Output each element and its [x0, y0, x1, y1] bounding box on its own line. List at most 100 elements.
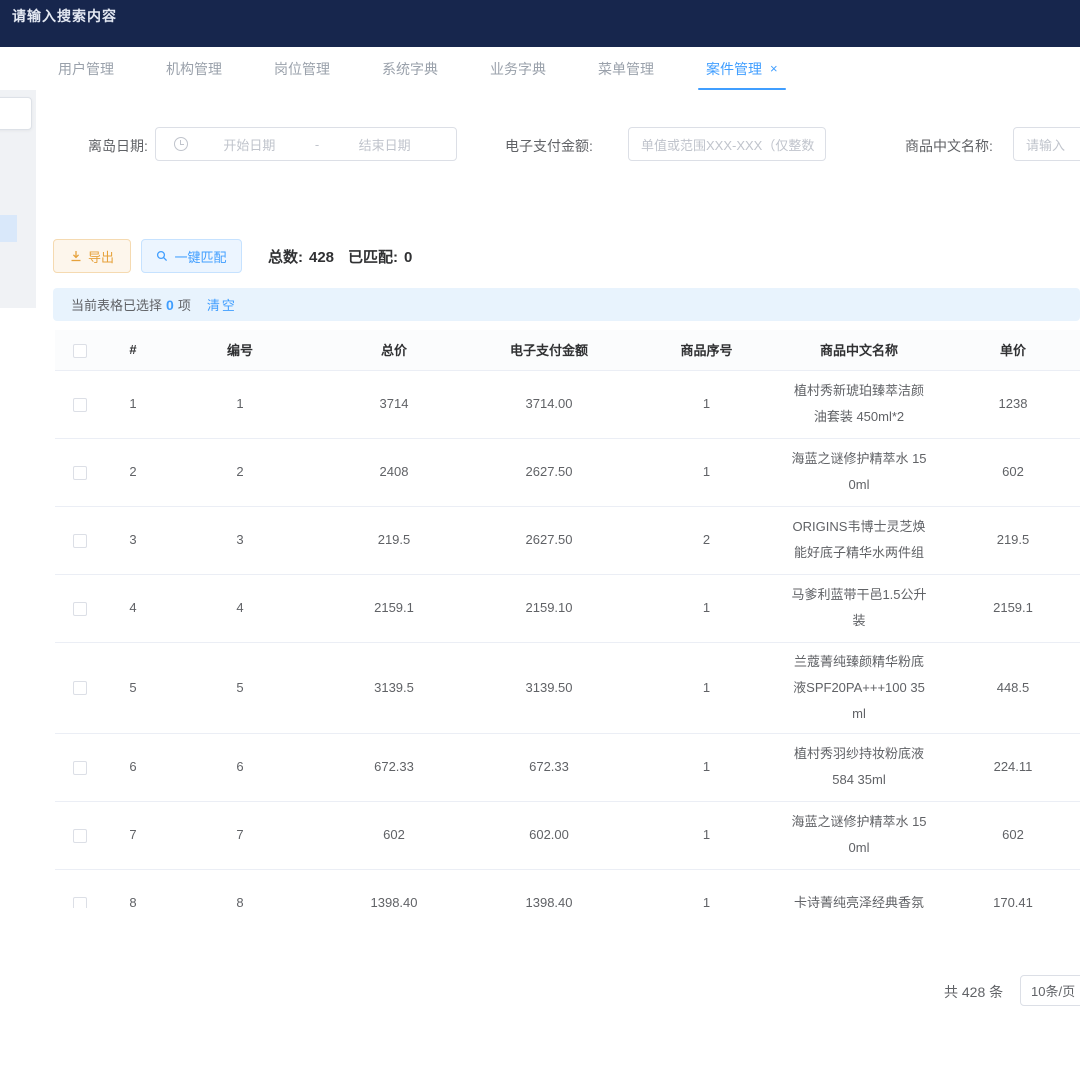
cell-num: 3	[105, 506, 161, 574]
cell-total: 602	[319, 801, 469, 869]
cell-code: 7	[161, 801, 319, 869]
app-window: 请输入搜索内容 用户管理 机构管理 岗位管理 系统字典 业务字典 菜单管理 案件管理 × 离岛…	[0, 0, 1080, 1077]
top-navbar: 请输入搜索内容	[0, 0, 1080, 47]
tab-item-0[interactable]: 用户管理	[58, 47, 114, 90]
column-header: 电子支付金额	[469, 330, 629, 370]
left-edge-fragment	[0, 215, 17, 242]
cell-code: 5	[161, 642, 319, 733]
row-checkbox[interactable]	[73, 534, 87, 548]
matched-label: 已匹配:	[348, 249, 398, 266]
table-row: 2224082627.501海蓝之谜修护精萃水 150ml602	[55, 438, 1080, 506]
cell-total: 2408	[319, 438, 469, 506]
tab-label: 岗位管理	[274, 59, 330, 79]
global-search-input[interactable]: 请输入搜索内容	[12, 6, 117, 26]
cell-name: 植村秀新琥珀臻萃洁颜油套装 450ml*2	[784, 370, 934, 438]
export-button[interactable]: 导出	[53, 239, 131, 273]
cell-epay: 2159.10	[469, 574, 629, 642]
cell-epay: 3139.50	[469, 642, 629, 733]
cell-num: 4	[105, 574, 161, 642]
tab-bar: 用户管理 机构管理 岗位管理 系统字典 业务字典 菜单管理 案件管理 ×	[0, 47, 1080, 90]
table-row: 442159.12159.101马爹利蓝带干邑1.5公升装2159.1	[55, 574, 1080, 642]
tab-label: 用户管理	[58, 59, 114, 79]
clock-icon	[174, 137, 188, 151]
tab-label: 机构管理	[166, 59, 222, 79]
cell-code: 1	[161, 370, 319, 438]
tab-item-2[interactable]: 岗位管理	[274, 47, 330, 90]
cell-seq: 1	[629, 642, 784, 733]
cell-price: 219.5	[934, 506, 1080, 574]
selection-suffix: 项	[178, 295, 191, 314]
cell-total: 3714	[319, 370, 469, 438]
column-header: #	[105, 330, 161, 370]
select-all-checkbox[interactable]	[73, 344, 87, 358]
date-filter-label: 离岛日期:	[88, 136, 148, 156]
search-icon	[156, 250, 168, 262]
selection-info-bar: 当前表格已选择 0 项 清空	[53, 288, 1080, 321]
cell-name: 兰蔻菁纯臻颜精华粉底液SPF20PA+++100 35ml	[784, 642, 934, 733]
page-size-select[interactable]: 10条/页	[1020, 975, 1080, 1006]
one-click-match-button[interactable]: 一键匹配	[141, 239, 242, 273]
row-checkbox[interactable]	[73, 466, 87, 480]
cell-seq: 1	[629, 574, 784, 642]
cell-code: 3	[161, 506, 319, 574]
cell-total: 3139.5	[319, 642, 469, 733]
row-checkbox[interactable]	[73, 897, 87, 908]
tab-item-1[interactable]: 机构管理	[166, 47, 222, 90]
cell-seq: 2	[629, 506, 784, 574]
clear-selection-link[interactable]: 清空	[207, 295, 237, 314]
data-table: #编号总价电子支付金额商品序号商品中文名称单价 1137143714.001植村…	[55, 330, 1080, 908]
cell-price: 170.41	[934, 869, 1080, 908]
match-button-label: 一键匹配	[174, 247, 226, 266]
row-checkbox[interactable]	[73, 602, 87, 616]
cell-num: 5	[105, 642, 161, 733]
cell-num: 7	[105, 801, 161, 869]
cell-seq: 1	[629, 801, 784, 869]
table-row: 66672.33672.331植村秀羽纱持妆粉底液 584 35ml224.11	[55, 733, 1080, 801]
column-header: 商品中文名称	[784, 330, 934, 370]
cell-seq: 1	[629, 733, 784, 801]
row-checkbox[interactable]	[73, 398, 87, 412]
cell-epay: 1398.40	[469, 869, 629, 908]
cell-seq: 1	[629, 869, 784, 908]
cell-price: 1238	[934, 370, 1080, 438]
cell-seq: 1	[629, 370, 784, 438]
collapsed-panel-fragment	[0, 97, 32, 130]
cell-name: 植村秀羽纱持妆粉底液 584 35ml	[784, 733, 934, 801]
cell-name: 卡诗菁纯亮泽经典香氛	[784, 869, 934, 908]
tab-label: 案件管理	[706, 59, 762, 79]
tab-item-3[interactable]: 系统字典	[382, 47, 438, 90]
epay-amount-input[interactable]: 单值或范围XXX-XXX（仅整数	[628, 127, 826, 161]
tab-item-5[interactable]: 菜单管理	[598, 47, 654, 90]
cell-num: 1	[105, 370, 161, 438]
cell-price: 448.5	[934, 642, 1080, 733]
pagination-total: 共 428 条	[944, 982, 1003, 1002]
matched-value: 0	[398, 249, 412, 266]
download-icon	[70, 250, 82, 262]
cell-price: 602	[934, 438, 1080, 506]
product-name-input[interactable]: 请输入	[1013, 127, 1080, 161]
cell-price: 224.11	[934, 733, 1080, 801]
tab-item-6[interactable]: 案件管理 ×	[706, 47, 778, 90]
date-range-picker[interactable]: 开始日期 - 结束日期	[155, 127, 457, 161]
tab-close-icon[interactable]: ×	[770, 61, 778, 76]
row-checkbox[interactable]	[73, 761, 87, 775]
cell-code: 6	[161, 733, 319, 801]
tab-label: 业务字典	[490, 59, 546, 79]
totals-summary: 总数:428已匹配:0	[268, 246, 412, 267]
date-end-placeholder: 结束日期	[323, 135, 446, 154]
cell-epay: 2627.50	[469, 506, 629, 574]
cell-num: 2	[105, 438, 161, 506]
table-row: 33219.52627.502ORIGINS韦博士灵芝焕能好底子精华水两件组21…	[55, 506, 1080, 574]
date-start-placeholder: 开始日期	[188, 135, 311, 154]
cell-total: 219.5	[319, 506, 469, 574]
row-checkbox[interactable]	[73, 829, 87, 843]
cell-name: 海蓝之谜修护精萃水 150ml	[784, 801, 934, 869]
column-header: 总价	[319, 330, 469, 370]
tab-item-4[interactable]: 业务字典	[490, 47, 546, 90]
cell-seq: 1	[629, 438, 784, 506]
table-row: 553139.53139.501兰蔻菁纯臻颜精华粉底液SPF20PA+++100…	[55, 642, 1080, 733]
cell-epay: 2627.50	[469, 438, 629, 506]
cell-num: 6	[105, 733, 161, 801]
cell-epay: 3714.00	[469, 370, 629, 438]
row-checkbox[interactable]	[73, 681, 87, 695]
